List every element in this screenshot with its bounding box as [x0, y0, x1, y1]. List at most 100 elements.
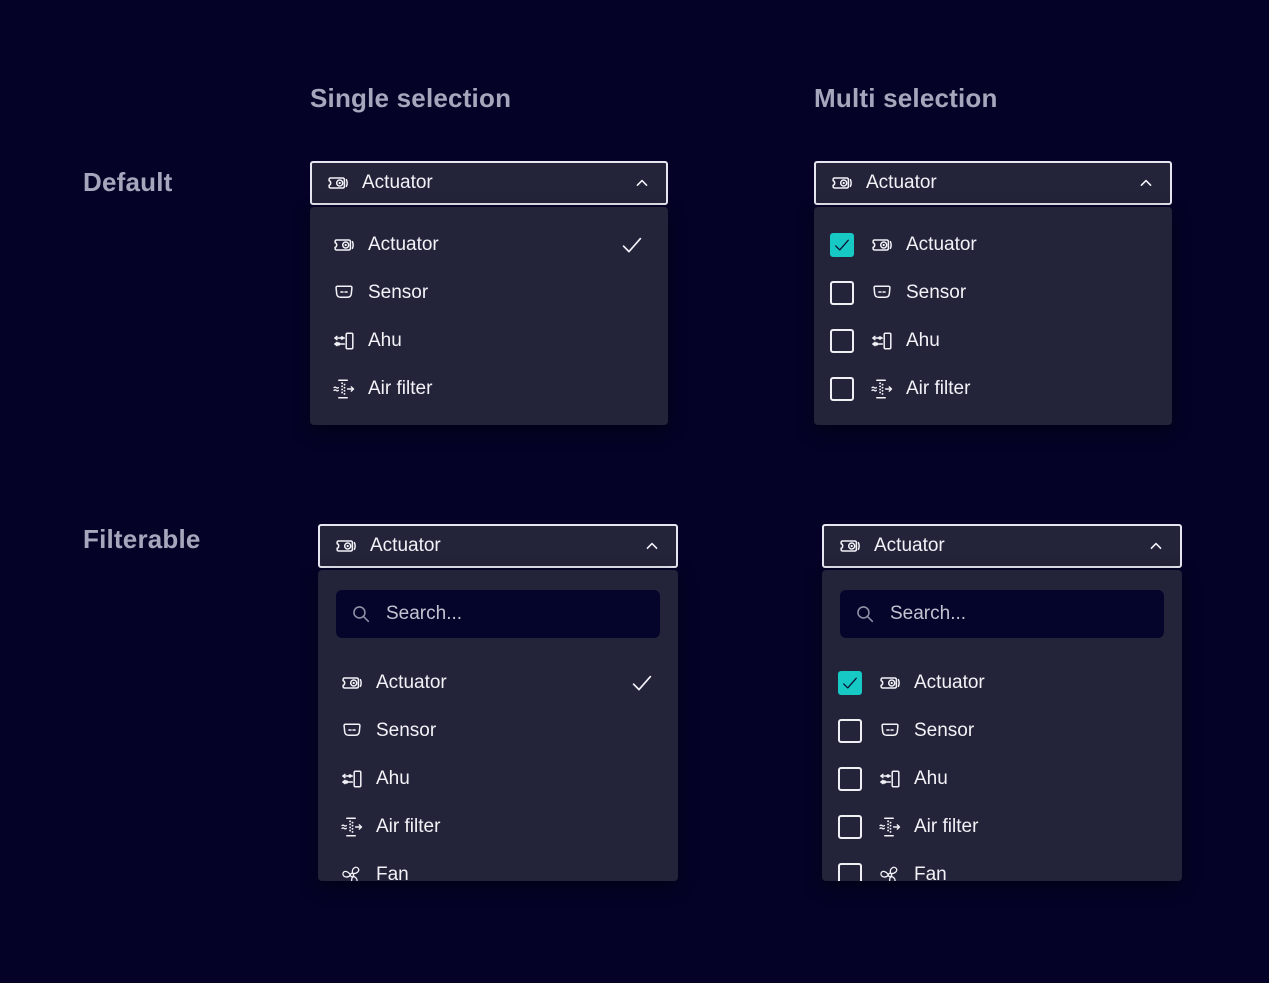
air-filter-icon [878, 815, 902, 839]
actuator-icon [830, 171, 854, 195]
fan-icon [340, 863, 364, 881]
fan-icon [878, 863, 902, 881]
component-showcase-canvas: Single selection Multi selection Default… [0, 0, 1269, 983]
option-label: Actuator [914, 672, 985, 694]
option-sensor[interactable]: Sensor [310, 269, 668, 317]
column-heading-single-selection: Single selection [310, 83, 511, 114]
dropdown-selected-value: Actuator [874, 535, 945, 557]
option-sensor[interactable]: Sensor [814, 269, 1172, 317]
chevron-up-icon[interactable] [632, 173, 652, 193]
dropdown-selected-value: Actuator [866, 172, 937, 194]
chevron-up-icon[interactable] [1146, 536, 1166, 556]
sensor-icon [878, 719, 902, 743]
option-label: Sensor [914, 720, 974, 742]
option-label: Fan [914, 864, 947, 881]
checkbox-checked[interactable] [830, 233, 854, 257]
option-air-filter[interactable]: Air filter [310, 365, 668, 413]
option-label: Ahu [906, 330, 940, 352]
checkbox-checked[interactable] [838, 671, 862, 695]
option-fan[interactable]: Fan [822, 851, 1182, 881]
ahu-icon [340, 767, 364, 791]
actuator-icon [334, 534, 358, 558]
option-actuator[interactable]: Actuator [822, 659, 1182, 707]
option-actuator[interactable]: Actuator [318, 659, 678, 707]
search-icon [854, 603, 876, 625]
sensor-icon [340, 719, 364, 743]
ahu-icon [332, 329, 356, 353]
chevron-up-icon[interactable] [642, 536, 662, 556]
option-label: Actuator [368, 234, 439, 256]
dropdown-panel: Actuator Sensor Ahu Air filter Fan [318, 570, 678, 881]
option-label: Ahu [376, 768, 410, 790]
option-label: Sensor [368, 282, 428, 304]
air-filter-icon [332, 377, 356, 401]
dropdown-panel: Actuator Sensor Ahu Air filter [814, 207, 1172, 425]
actuator-icon [332, 233, 356, 257]
row-label-filterable: Filterable [83, 524, 201, 555]
option-label: Air filter [368, 378, 432, 400]
option-label: Sensor [376, 720, 436, 742]
option-actuator[interactable]: Actuator [814, 221, 1172, 269]
column-heading-multi-selection: Multi selection [814, 83, 998, 114]
dropdown-panel: Actuator Sensor Ahu Air filter Fan [822, 570, 1182, 881]
option-label: Air filter [906, 378, 970, 400]
option-ahu[interactable]: Ahu [814, 317, 1172, 365]
row-label-default: Default [83, 167, 173, 198]
air-filter-icon [870, 377, 894, 401]
option-ahu[interactable]: Ahu [822, 755, 1182, 803]
actuator-icon [870, 233, 894, 257]
option-air-filter[interactable]: Air filter [822, 803, 1182, 851]
checkbox-unchecked[interactable] [830, 377, 854, 401]
actuator-icon [340, 671, 364, 695]
check-icon [630, 671, 654, 695]
dropdown-selected-value: Actuator [370, 535, 441, 557]
actuator-icon [878, 671, 902, 695]
search-field[interactable] [336, 590, 660, 638]
ahu-icon [878, 767, 902, 791]
option-label: Actuator [376, 672, 447, 694]
dropdown-default-single: Actuator Actuator Sensor Ahu Air filter [310, 161, 668, 425]
option-sensor[interactable]: Sensor [318, 707, 678, 755]
checkbox-unchecked[interactable] [830, 281, 854, 305]
check-icon [620, 233, 644, 257]
checkbox-unchecked[interactable] [838, 863, 862, 881]
check-icon [841, 674, 859, 692]
option-label: Ahu [368, 330, 402, 352]
option-air-filter[interactable]: Air filter [318, 803, 678, 851]
sensor-icon [332, 281, 356, 305]
dropdown-trigger[interactable]: Actuator [318, 524, 678, 568]
dropdown-trigger[interactable]: Actuator [310, 161, 668, 205]
option-sensor[interactable]: Sensor [822, 707, 1182, 755]
option-air-filter[interactable]: Air filter [814, 365, 1172, 413]
option-label: Fan [376, 864, 409, 881]
checkbox-unchecked[interactable] [838, 767, 862, 791]
search-icon [350, 603, 372, 625]
chevron-up-icon[interactable] [1136, 173, 1156, 193]
checkbox-unchecked[interactable] [838, 719, 862, 743]
option-label: Actuator [906, 234, 977, 256]
dropdown-trigger[interactable]: Actuator [814, 161, 1172, 205]
option-actuator[interactable]: Actuator [310, 221, 668, 269]
actuator-icon [838, 534, 862, 558]
dropdown-trigger[interactable]: Actuator [822, 524, 1182, 568]
check-icon [833, 236, 851, 254]
dropdown-selected-value: Actuator [362, 172, 433, 194]
sensor-icon [870, 281, 894, 305]
option-ahu[interactable]: Ahu [318, 755, 678, 803]
search-input[interactable] [888, 602, 1150, 626]
option-ahu[interactable]: Ahu [310, 317, 668, 365]
option-label: Ahu [914, 768, 948, 790]
option-label: Sensor [906, 282, 966, 304]
search-input[interactable] [384, 602, 646, 626]
ahu-icon [870, 329, 894, 353]
dropdown-filterable-multi: Actuator Actuator Sensor [822, 524, 1182, 881]
checkbox-unchecked[interactable] [838, 815, 862, 839]
option-label: Air filter [376, 816, 440, 838]
dropdown-filterable-single: Actuator Actuator Sensor Ahu [318, 524, 678, 881]
option-fan[interactable]: Fan [318, 851, 678, 881]
dropdown-default-multi: Actuator Actuator Sensor Ahu [814, 161, 1172, 425]
air-filter-icon [340, 815, 364, 839]
search-field[interactable] [840, 590, 1164, 638]
checkbox-unchecked[interactable] [830, 329, 854, 353]
option-label: Air filter [914, 816, 978, 838]
